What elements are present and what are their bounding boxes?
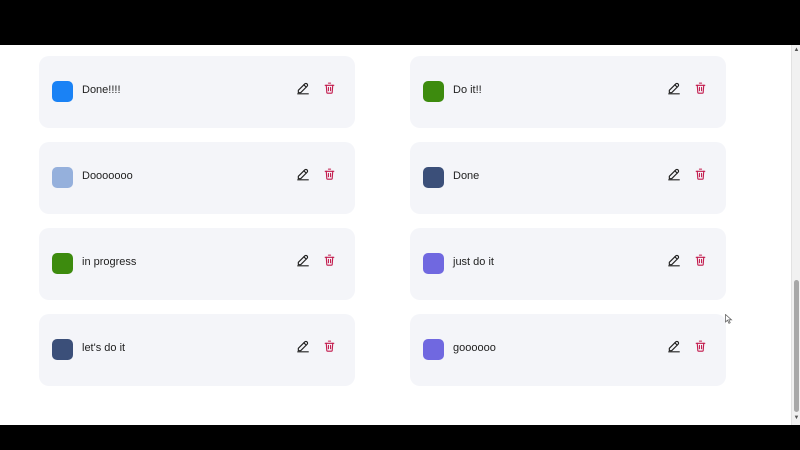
- scroll-up-icon[interactable]: ▲: [793, 47, 800, 54]
- trash-icon: [323, 81, 336, 100]
- vertical-scrollbar[interactable]: ▲ ▼: [791, 45, 800, 425]
- delete-button[interactable]: [321, 82, 337, 98]
- mouse-cursor-icon: [725, 311, 733, 329]
- trash-icon: [323, 253, 336, 272]
- item-label: Done!!!!: [82, 84, 121, 96]
- delete-button[interactable]: [692, 168, 708, 184]
- color-swatch: [423, 253, 444, 274]
- edit-button[interactable]: [295, 82, 311, 98]
- item-label: Done: [453, 170, 480, 182]
- item-card: in progress: [39, 228, 355, 300]
- scroll-thumb[interactable]: [794, 280, 799, 412]
- pencil-icon: [667, 253, 681, 272]
- edit-button[interactable]: [666, 340, 682, 356]
- color-swatch: [52, 167, 73, 188]
- item-card: Done!!!!: [39, 56, 355, 128]
- item-card: just do it: [410, 228, 726, 300]
- item-card: let's do it: [39, 314, 355, 386]
- item-label: let's do it: [82, 342, 126, 354]
- delete-button[interactable]: [692, 254, 708, 270]
- item-label: in progress: [82, 256, 137, 268]
- color-swatch: [52, 339, 73, 360]
- delete-button[interactable]: [321, 168, 337, 184]
- edit-button[interactable]: [295, 168, 311, 184]
- delete-button[interactable]: [321, 340, 337, 356]
- color-swatch: [423, 167, 444, 188]
- trash-icon: [323, 167, 336, 186]
- item-card: Done: [410, 142, 726, 214]
- pencil-icon: [667, 339, 681, 358]
- edit-button[interactable]: [666, 168, 682, 184]
- item-card: goooooo: [410, 314, 726, 386]
- scroll-down-icon[interactable]: ▼: [793, 415, 800, 422]
- pencil-icon: [296, 253, 310, 272]
- trash-icon: [694, 253, 707, 272]
- edit-button[interactable]: [295, 340, 311, 356]
- trash-icon: [694, 339, 707, 358]
- color-swatch: [52, 253, 73, 274]
- trash-icon: [323, 339, 336, 358]
- pencil-icon: [296, 167, 310, 186]
- pencil-icon: [296, 81, 310, 100]
- trash-icon: [694, 81, 707, 100]
- edit-button[interactable]: [295, 254, 311, 270]
- delete-button[interactable]: [692, 82, 708, 98]
- pencil-icon: [667, 167, 681, 186]
- color-swatch: [423, 81, 444, 102]
- item-label: Do it!!: [453, 84, 482, 96]
- item-label: just do it: [453, 256, 494, 268]
- delete-button[interactable]: [692, 340, 708, 356]
- item-card: Dooooooo: [39, 142, 355, 214]
- edit-button[interactable]: [666, 254, 682, 270]
- delete-button[interactable]: [321, 254, 337, 270]
- item-card: Do it!!: [410, 56, 726, 128]
- pencil-icon: [296, 339, 310, 358]
- color-swatch: [52, 81, 73, 102]
- item-label: Dooooooo: [82, 170, 133, 182]
- pencil-icon: [667, 81, 681, 100]
- trash-icon: [694, 167, 707, 186]
- edit-button[interactable]: [666, 82, 682, 98]
- color-swatch: [423, 339, 444, 360]
- item-label: goooooo: [453, 342, 496, 354]
- viewport: Done!!!! Do it!! Dooooooo Done in progre…: [0, 45, 800, 425]
